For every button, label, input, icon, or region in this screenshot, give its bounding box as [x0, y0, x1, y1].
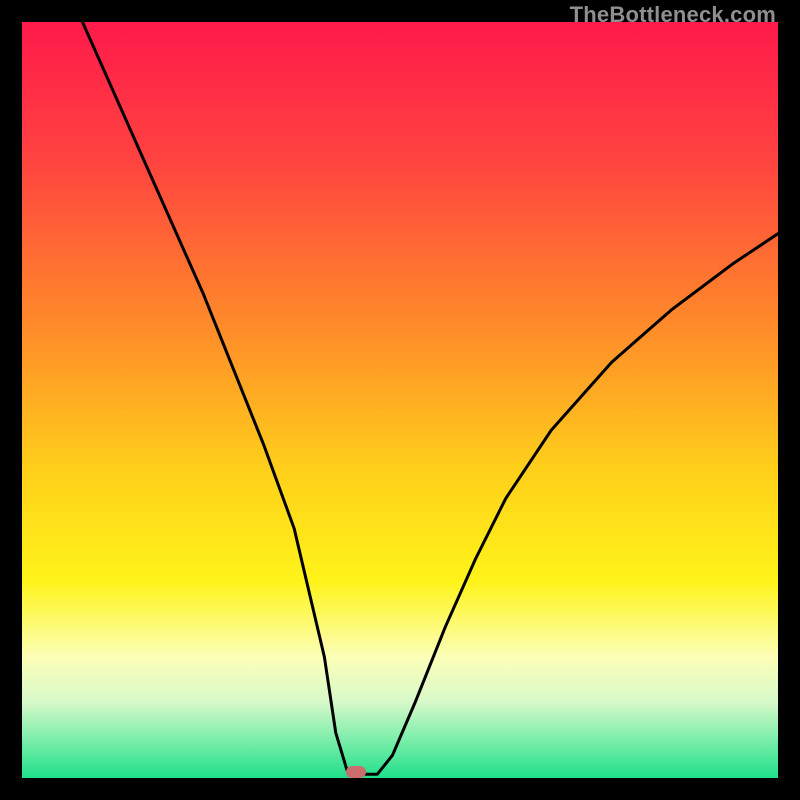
watermark-text: TheBottleneck.com	[570, 2, 776, 28]
plot-area	[22, 22, 778, 778]
optimal-point-marker	[346, 766, 366, 778]
chart-frame: TheBottleneck.com	[0, 0, 800, 800]
bottleneck-curve	[22, 22, 778, 778]
